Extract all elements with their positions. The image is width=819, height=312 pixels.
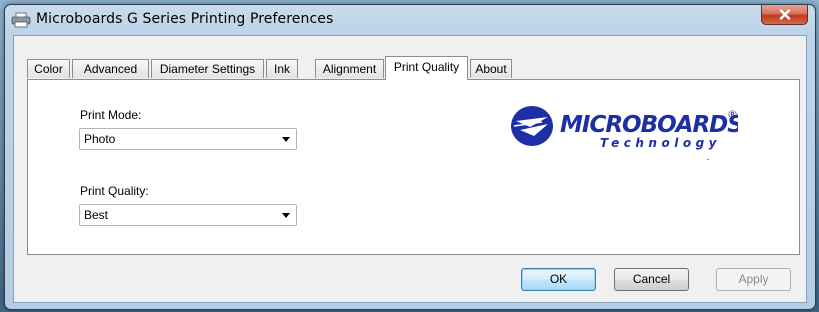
chevron-down-icon: [282, 137, 290, 142]
print-mode-dropdown[interactable]: Photo: [79, 128, 297, 150]
ok-button[interactable]: OK: [521, 268, 596, 291]
tab-ink[interactable]: Ink: [266, 59, 298, 78]
tab-print-quality[interactable]: Print Quality: [385, 56, 468, 80]
close-icon: [779, 9, 790, 20]
window-title: Microboards G Series Printing Preference…: [36, 11, 334, 27]
print-mode-label: Print Mode:: [80, 108, 142, 122]
printer-icon: [11, 12, 31, 28]
logo-brand-text: MICROBOARDS: [560, 112, 738, 138]
print-quality-value: Best: [84, 208, 109, 222]
print-quality-label: Print Quality:: [80, 184, 149, 198]
logo-registered-mark: ®: [727, 108, 738, 121]
tab-color[interactable]: Color: [27, 59, 70, 78]
printing-preferences-dialog: Microboards G Series Printing Preference…: [4, 4, 816, 310]
close-button[interactable]: [761, 5, 808, 25]
tab-about[interactable]: About: [470, 59, 512, 78]
tab-diameter-settings[interactable]: Diameter Settings: [151, 59, 264, 78]
title-bar[interactable]: Microboards G Series Printing Preference…: [5, 5, 815, 35]
logo-tagline-text: Technology: [600, 136, 721, 150]
microboards-logo: MICROBOARDS ® Technology: [511, 106, 738, 160]
print-quality-dropdown[interactable]: Best: [79, 204, 297, 226]
chevron-down-icon: [282, 213, 290, 218]
print-quality-panel: Print Mode: Photo Print Quality: Best MI…: [27, 79, 800, 255]
print-mode-value: Photo: [84, 132, 116, 146]
tab-alignment[interactable]: Alignment: [315, 59, 384, 78]
apply-button[interactable]: Apply: [716, 268, 791, 291]
cancel-button[interactable]: Cancel: [614, 268, 689, 291]
dialog-client-area: Color Advanced Diameter Settings Ink Ali…: [13, 35, 807, 303]
tab-advanced[interactable]: Advanced: [72, 59, 149, 78]
